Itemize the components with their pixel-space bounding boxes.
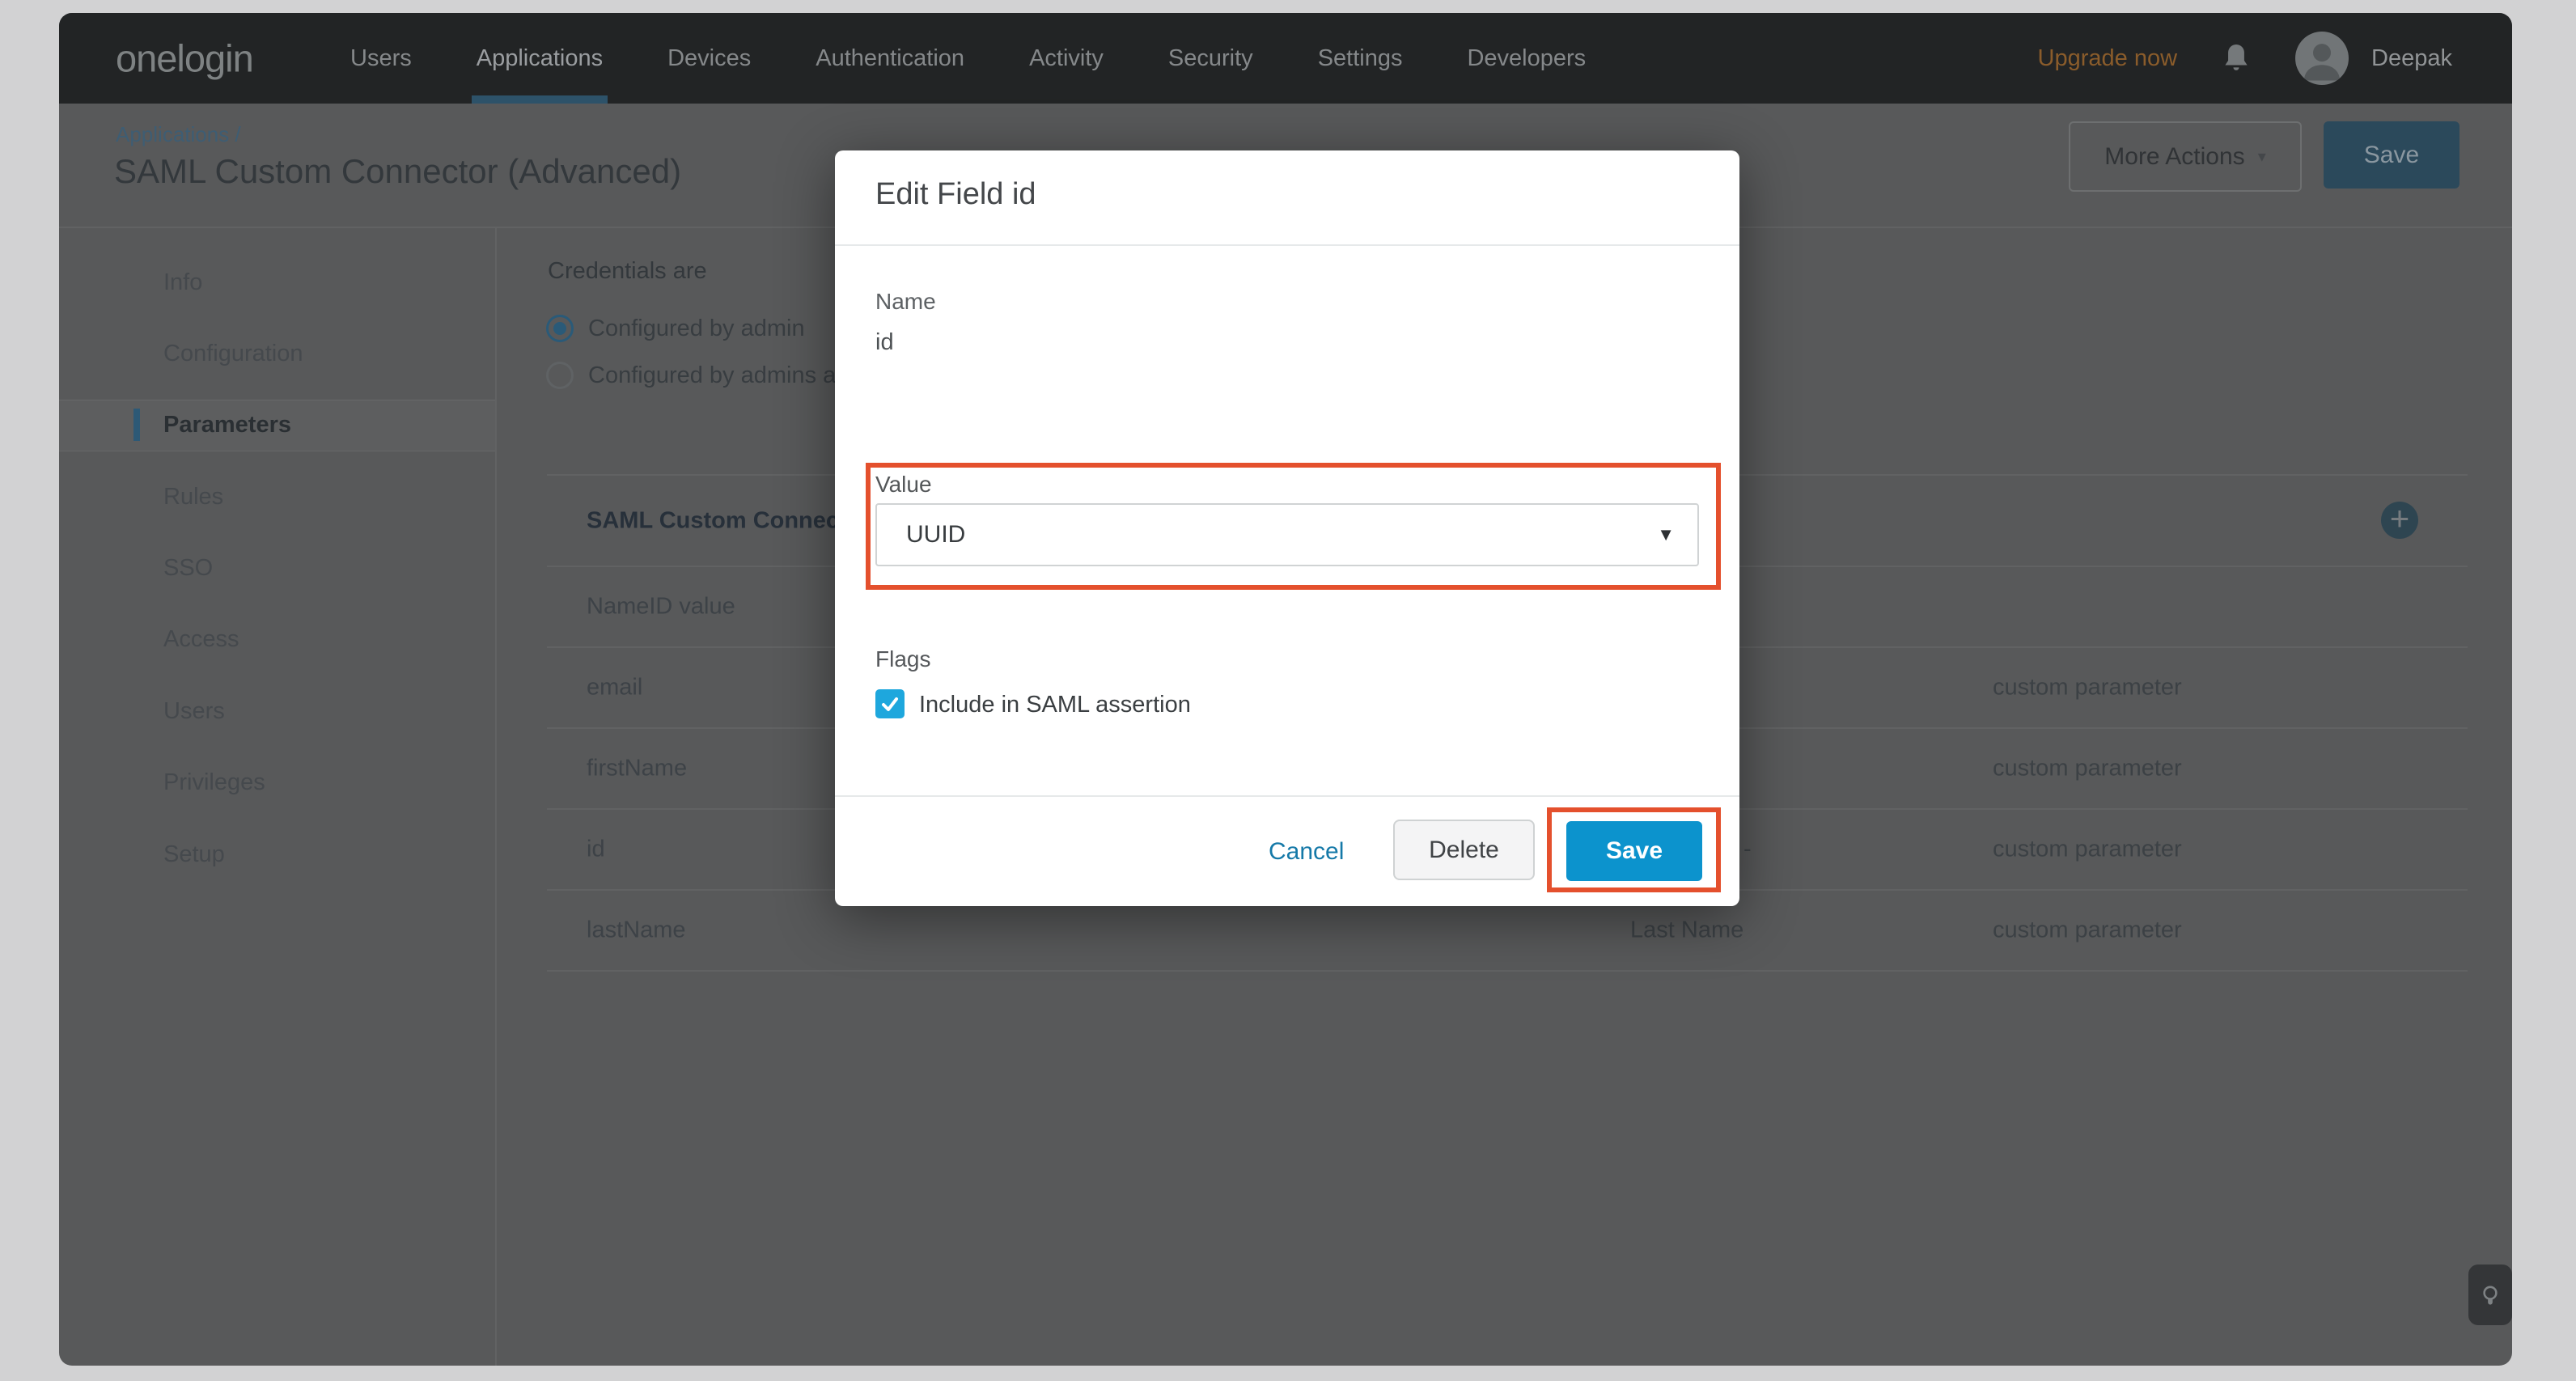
checkbox-label: Include in SAML assertion xyxy=(919,690,1191,719)
modal-title: Edit Field id xyxy=(875,175,1036,214)
name-label: Name xyxy=(875,288,936,316)
checkmark-icon xyxy=(879,693,900,714)
sidebar-item-sso[interactable]: SSO xyxy=(163,554,213,582)
flags-label: Flags xyxy=(875,646,930,673)
radio-configured-by-admins-and-users[interactable] xyxy=(546,362,574,389)
add-parameter-button[interactable]: + xyxy=(2381,502,2418,539)
chevron-down-icon: ▾ xyxy=(2258,146,2266,167)
upgrade-now-link[interactable]: Upgrade now xyxy=(2038,45,2178,72)
value-dropdown-selected: UUID xyxy=(906,521,965,549)
sidebar-item-setup[interactable]: Setup xyxy=(163,841,225,868)
edit-field-modal: Edit Field id Name id Value UUID ▼ Flags… xyxy=(835,150,1739,906)
value-label: Value xyxy=(875,471,932,498)
notifications-bell-icon[interactable] xyxy=(2222,43,2250,74)
sidebar-item-users[interactable]: Users xyxy=(163,697,225,725)
value-dropdown[interactable]: UUID ▼ xyxy=(875,503,1699,566)
nav-item-developers[interactable]: Developers xyxy=(1467,13,1586,104)
cancel-button[interactable]: Cancel xyxy=(1269,838,1344,866)
onelogin-logo: onelogin xyxy=(116,36,253,81)
nav-menu: Users Applications Devices Authenticatio… xyxy=(350,13,1586,104)
credentials-label: Credentials are xyxy=(548,258,707,285)
sidebar-item-access[interactable]: Access xyxy=(163,625,239,653)
top-nav: onelogin Users Applications Devices Auth… xyxy=(59,13,2512,104)
radio-label-admin: Configured by admin xyxy=(588,315,805,342)
radio-configured-by-admin[interactable] xyxy=(546,315,574,342)
radio-label-admins-users: Configured by admins a xyxy=(588,362,836,389)
page-save-button[interactable]: Save xyxy=(2324,121,2459,189)
nav-item-security[interactable]: Security xyxy=(1168,13,1253,104)
breadcrumb[interactable]: Applications / xyxy=(116,122,241,147)
help-tips-button[interactable] xyxy=(2468,1265,2512,1325)
lightbulb-icon xyxy=(2476,1281,2504,1309)
sidebar-item-parameters[interactable]: Parameters xyxy=(163,411,291,438)
dropdown-caret-icon: ▼ xyxy=(1657,524,1675,545)
person-icon xyxy=(2295,32,2349,85)
nav-item-settings[interactable]: Settings xyxy=(1318,13,1403,104)
sidebar-item-privileges[interactable]: Privileges xyxy=(163,769,265,796)
sidebar-item-rules[interactable]: Rules xyxy=(163,483,223,510)
modal-header-divider xyxy=(835,244,1739,246)
delete-button[interactable]: Delete xyxy=(1393,820,1535,880)
sidebar-item-configuration[interactable]: Configuration xyxy=(163,340,303,367)
sidebar-divider xyxy=(495,227,497,1366)
sidebar-item-info[interactable]: Info xyxy=(163,269,202,296)
nav-right-group: Upgrade now Deepak xyxy=(2038,13,2452,104)
screenshot-stage: onelogin Users Applications Devices Auth… xyxy=(0,0,2576,1381)
sidebar-active-bar xyxy=(133,409,140,441)
nav-item-devices[interactable]: Devices xyxy=(667,13,751,104)
name-value: id xyxy=(875,328,894,356)
user-name[interactable]: Deepak xyxy=(2371,45,2452,72)
user-avatar[interactable] xyxy=(2295,32,2349,85)
modal-footer-divider xyxy=(835,795,1739,797)
active-tab-underline xyxy=(472,95,608,104)
nav-item-authentication[interactable]: Authentication xyxy=(816,13,964,104)
modal-save-button[interactable]: Save xyxy=(1566,821,1702,881)
include-in-saml-assertion-checkbox[interactable] xyxy=(875,689,905,718)
nav-item-applications[interactable]: Applications xyxy=(477,13,603,104)
nav-item-users[interactable]: Users xyxy=(350,13,412,104)
page-title: SAML Custom Connector (Advanced) xyxy=(114,152,681,191)
more-actions-button[interactable]: More Actions ▾ xyxy=(2069,121,2302,192)
nav-item-activity[interactable]: Activity xyxy=(1029,13,1104,104)
table-header-title: SAML Custom Connecto xyxy=(587,507,861,534)
